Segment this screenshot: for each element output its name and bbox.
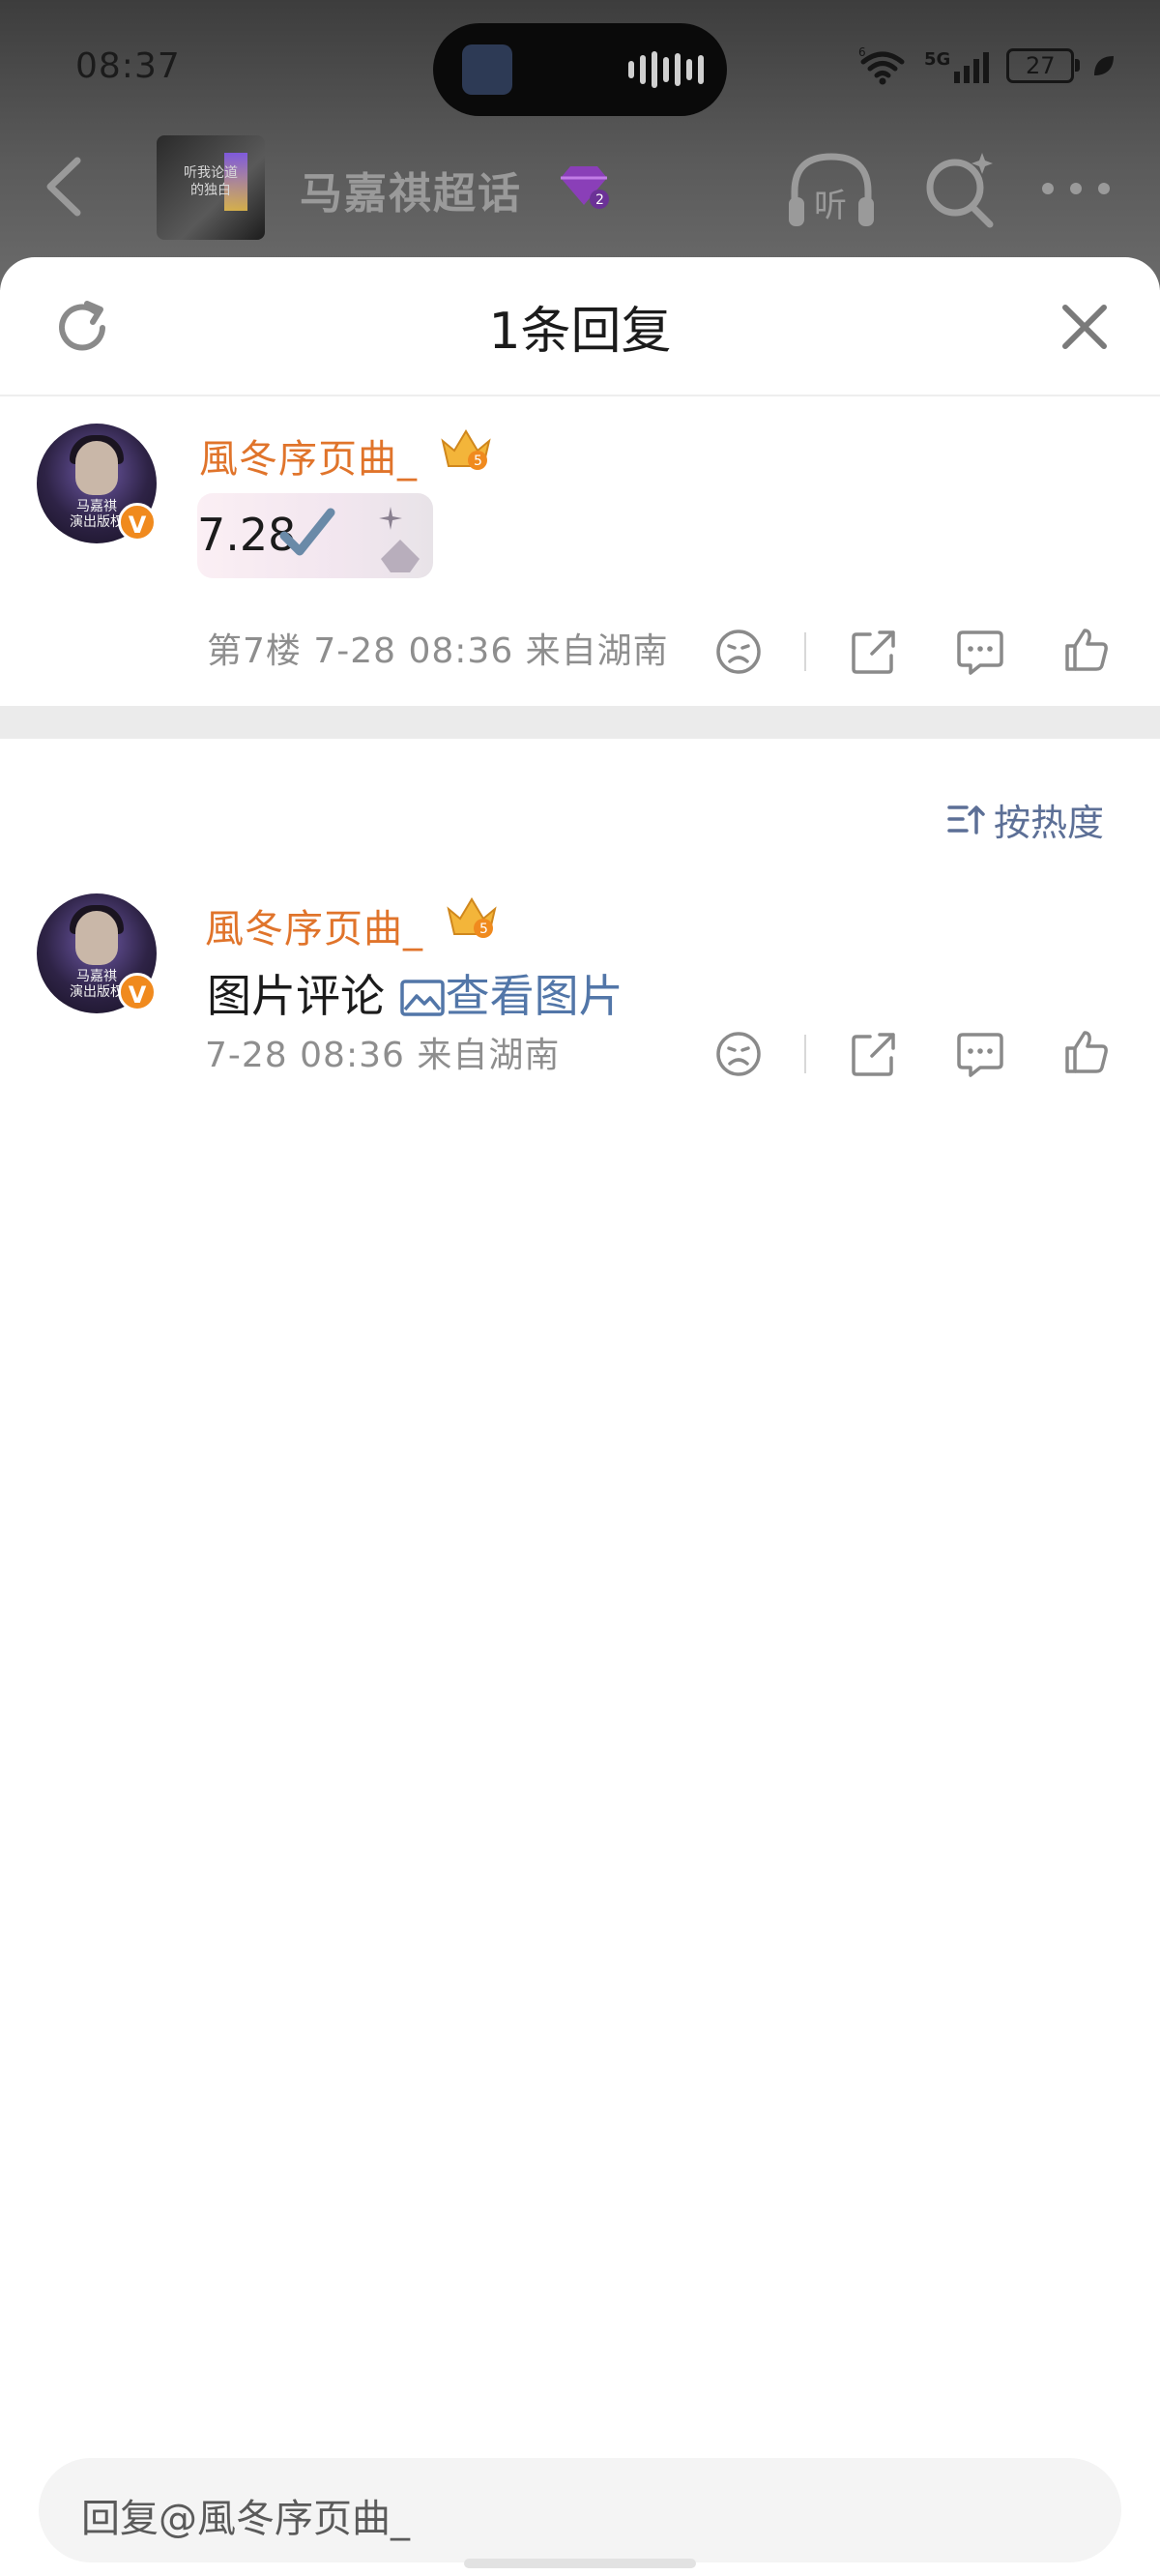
image-icon [399,980,445,1016]
avatar[interactable]: 马嘉祺 演出版权 V [37,893,157,1013]
like-thumb-icon[interactable] [1061,1027,1112,1077]
svg-text:5: 5 [479,922,488,937]
action-divider [804,632,806,671]
topic-title[interactable]: 马嘉祺超话 [300,159,522,220]
reply-text-row: 图片评论 查看图片 [207,961,624,1025]
sort-label: 按热度 [994,801,1105,844]
more-options-icon[interactable] [1038,174,1114,203]
status-bar: 08:37 6 5G 27 [0,0,1160,135]
reply-meta: 7-28 08:36 来自湖南 [205,1036,561,1075]
crown-level-icon: 5 [447,897,497,938]
sort-row: 按热度 [0,739,1160,864]
sparkle-icon [379,507,420,572]
status-icons: 6 5G 27 [858,43,1116,89]
comment-username[interactable]: 風冬序页曲_ [199,427,418,483]
audio-wave-icon [628,50,704,89]
close-icon[interactable] [1056,298,1114,356]
share-icon[interactable] [849,627,899,677]
comment-icon[interactable] [955,1029,1005,1079]
section-divider [0,706,1160,739]
background-page-header: 08:37 6 5G 27 听我论道 的独白 马嘉祺超话 2 听 [0,0,1160,290]
verified-v-badge: V [118,973,157,1011]
topic-nav-bar: 听我论道 的独白 马嘉祺超话 2 听 [0,135,1160,242]
replies-sheet: 1条回复 马嘉祺 演出版权 V 風冬序页曲_ 5 7.28 第7楼 7-28 0… [0,257,1160,2576]
like-thumb-icon[interactable] [1061,625,1112,675]
sort-icon [947,805,985,834]
sheet-title: 1条回复 [488,303,672,361]
view-image-link[interactable]: 查看图片 [399,970,624,1022]
back-arrow-icon[interactable] [35,153,97,220]
leaf-icon [1094,56,1115,75]
svg-text:2: 2 [595,192,604,208]
share-icon[interactable] [849,1029,899,1079]
listen-headphones-icon[interactable]: 听 [785,149,878,230]
verified-v-badge: V [118,503,157,542]
svg-text:6: 6 [858,46,866,59]
sheet-header: 1条回复 [0,257,1160,396]
comment-meta: 第7楼 7-28 08:36 来自湖南 [207,631,669,671]
network-label: 5G [924,48,951,70]
reply-text: 图片评论 [207,970,385,1022]
battery-level: 27 [1026,52,1056,79]
action-divider [804,1035,806,1073]
signal-icon [954,50,990,83]
battery-icon: 27 [1006,48,1081,83]
reply-input-placeholder: 回复@風冬序页曲_ [81,2497,410,2541]
sort-by-hot-button[interactable]: 按热度 [947,795,1121,844]
search-icon[interactable] [922,149,1000,230]
reply-username[interactable]: 風冬序页曲_ [205,897,423,953]
status-time: 08:37 [75,46,181,86]
reply-input[interactable]: 回复@風冬序页曲_ [39,2458,1121,2562]
svg-text:5: 5 [474,454,482,469]
crown-level-icon: 5 [441,429,491,470]
now-playing-thumbnail [462,44,512,95]
svg-text:听: 听 [814,187,847,225]
check-mark-icon [279,508,335,556]
dislike-face-icon[interactable] [713,1029,764,1079]
home-indicator[interactable] [464,2559,696,2568]
sticker-image[interactable]: 7.28 [197,493,433,578]
dislike-face-icon[interactable] [713,627,764,677]
reply-item: 马嘉祺 演出版权 V 風冬序页曲_ 5 图片评论 查看图片 7-28 08:36… [0,864,1160,1077]
topic-thumbnail-text: 听我论道 的独白 [184,165,238,198]
main-comment: 马嘉祺 演出版权 V 風冬序页曲_ 5 7.28 第7楼 7-28 08:36 … [0,395,1160,706]
dynamic-island[interactable] [433,23,727,116]
wifi-icon: 6 [858,46,905,85]
gem-level-icon: 2 [561,166,609,209]
avatar[interactable]: 马嘉祺 演出版权 V [37,424,157,543]
view-image-label: 查看图片 [445,970,624,1022]
comment-icon[interactable] [955,627,1005,677]
topic-thumbnail[interactable]: 听我论道 的独白 [157,135,265,240]
